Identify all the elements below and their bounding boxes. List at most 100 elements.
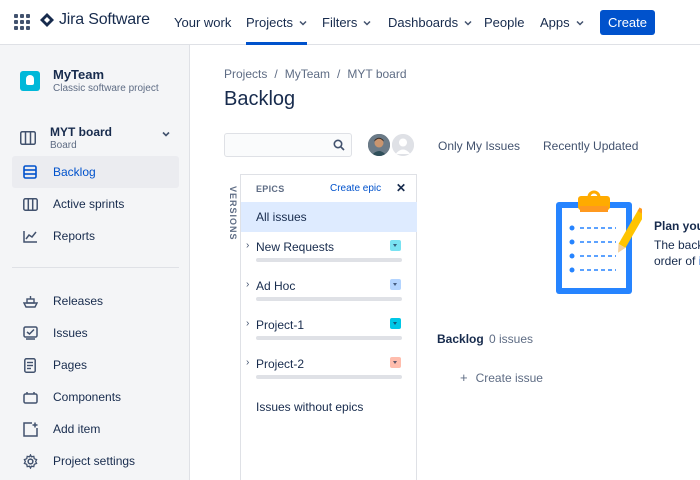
sidebar-item-label: Pages [53, 358, 88, 372]
epic-all-issues-label: All issues [256, 210, 307, 224]
user-avatar[interactable] [366, 132, 392, 158]
nav-filters[interactable]: Filters [322, 0, 371, 45]
epic-item[interactable]: › New Requests [241, 239, 417, 273]
breadcrumb-project[interactable]: MyTeam [285, 67, 330, 81]
epic-item[interactable]: › Project-1 [241, 317, 417, 351]
epic-progress-bar [256, 297, 402, 301]
epic-color-dropdown[interactable] [390, 279, 401, 290]
chevron-down-icon [464, 20, 472, 26]
nav-apps[interactable]: Apps [540, 0, 584, 45]
nav-label: Filters [322, 15, 358, 30]
sidebar-item-add-item[interactable]: Add item [12, 413, 179, 445]
epic-color-dropdown[interactable] [390, 240, 401, 251]
nav-label: Projects [246, 15, 293, 30]
epic-name: Ad Hoc [256, 279, 296, 293]
sidebar-item-active-sprints[interactable]: Active sprints [12, 188, 179, 220]
epic-progress-bar [256, 336, 402, 340]
breadcrumb: Projects / MyTeam / MYT board [224, 67, 407, 81]
chevron-down-icon [162, 131, 170, 137]
sidebar-item-components[interactable]: Components [12, 381, 179, 413]
sidebar-item-backlog[interactable]: Backlog [12, 156, 179, 188]
versions-tab[interactable]: VERSIONS [222, 176, 240, 256]
filter-recently-updated[interactable]: Recently Updated [543, 139, 638, 153]
app-switcher-icon[interactable] [14, 14, 30, 30]
backlog-issue-count: 0 issues [489, 332, 534, 346]
columns-icon [22, 196, 38, 212]
product-name: Jira Software [59, 11, 150, 28]
project-type: Classic software project [53, 83, 159, 94]
project-sidebar: MyTeam Classic software project MYT boar… [0, 45, 190, 480]
sidebar-item-label: Project settings [53, 454, 136, 468]
sidebar-item-label: Reports [53, 229, 96, 243]
epic-name: Project-2 [256, 357, 305, 371]
issues-without-epics[interactable]: Issues without epics [256, 400, 363, 414]
versions-label: VERSIONS [228, 186, 238, 241]
clipboard-illustration [552, 190, 647, 298]
filter-only-my-issues[interactable]: Only My Issues [438, 139, 520, 153]
empty-state-line: order of i [654, 253, 700, 269]
jira-logo-icon [40, 13, 54, 27]
project-name: MyTeam [53, 67, 105, 82]
board-selector[interactable]: MYT board Board [20, 125, 175, 151]
epic-progress-bar [256, 375, 402, 379]
add-item-icon [22, 421, 38, 437]
plus-icon: + [460, 370, 468, 385]
nav-people[interactable]: People [484, 0, 524, 45]
page-icon [22, 357, 38, 373]
epic-all-issues[interactable]: All issues [241, 202, 417, 232]
chevron-right-icon[interactable]: › [246, 279, 249, 290]
epic-item[interactable]: › Ad Hoc [241, 278, 417, 312]
empty-state-line: The back [654, 238, 700, 252]
breadcrumb-board[interactable]: MYT board [347, 67, 406, 81]
page-title: Backlog [224, 88, 296, 110]
epics-panel: EPICS Create epic ✕ All issues › New Req… [240, 174, 417, 480]
sidebar-item-project-settings[interactable]: Project settings [12, 445, 179, 477]
sidebar-item-pages[interactable]: Pages [12, 349, 179, 381]
sidebar-item-issues[interactable]: Issues [12, 317, 179, 349]
breadcrumb-separator: / [274, 67, 278, 81]
chevron-down-icon [576, 20, 584, 26]
nav-label: Dashboards [388, 15, 459, 30]
nav-dashboards[interactable]: Dashboards [388, 0, 472, 45]
create-epic-link[interactable]: Create epic [330, 183, 381, 194]
nav-projects[interactable]: Projects [246, 0, 307, 45]
component-icon [22, 389, 38, 405]
nav-label: People [484, 15, 525, 30]
breadcrumb-projects[interactable]: Projects [224, 67, 267, 81]
epic-name: Project-1 [256, 318, 305, 332]
gear-icon [22, 453, 38, 469]
search-input[interactable] [224, 133, 352, 157]
close-icon[interactable]: ✕ [396, 181, 406, 195]
epic-name: New Requests [256, 240, 335, 254]
epic-color-dropdown[interactable] [390, 318, 401, 329]
backlog-icon [22, 164, 38, 180]
epic-item[interactable]: › Project-2 [241, 356, 417, 390]
chevron-right-icon[interactable]: › [246, 357, 249, 368]
board-icon [20, 131, 36, 145]
board-name: MYT board [50, 125, 112, 139]
breadcrumb-separator: / [337, 67, 341, 81]
epic-progress-bar [256, 258, 402, 262]
create-issue-label: Create issue [475, 370, 543, 385]
sidebar-item-reports[interactable]: Reports [12, 220, 179, 252]
sidebar-divider [12, 267, 179, 268]
project-avatar [20, 70, 40, 91]
nav-your-work[interactable]: Your work [174, 0, 231, 45]
top-navigation: Jira Software Your work Projects Filters… [0, 0, 700, 45]
sidebar-item-label: Add item [53, 422, 101, 436]
search-icon [333, 139, 345, 151]
chevron-right-icon[interactable]: › [246, 240, 249, 251]
chevron-right-icon[interactable]: › [246, 318, 249, 329]
jira-logo[interactable]: Jira Software [40, 11, 150, 29]
project-header[interactable]: MyTeam Classic software project [20, 67, 159, 94]
chevron-down-icon [299, 20, 307, 26]
unassigned-avatar[interactable] [390, 132, 416, 158]
create-issue-button[interactable]: + Create issue [460, 370, 543, 385]
nav-label: Apps [540, 15, 570, 30]
nav-label: Your work [174, 15, 232, 30]
sidebar-item-releases[interactable]: Releases [12, 285, 179, 317]
empty-state-text: The back order of i [654, 237, 700, 269]
epic-color-dropdown[interactable] [390, 357, 401, 368]
create-button[interactable]: Create [600, 10, 655, 35]
sidebar-item-label: Issues [53, 326, 88, 340]
